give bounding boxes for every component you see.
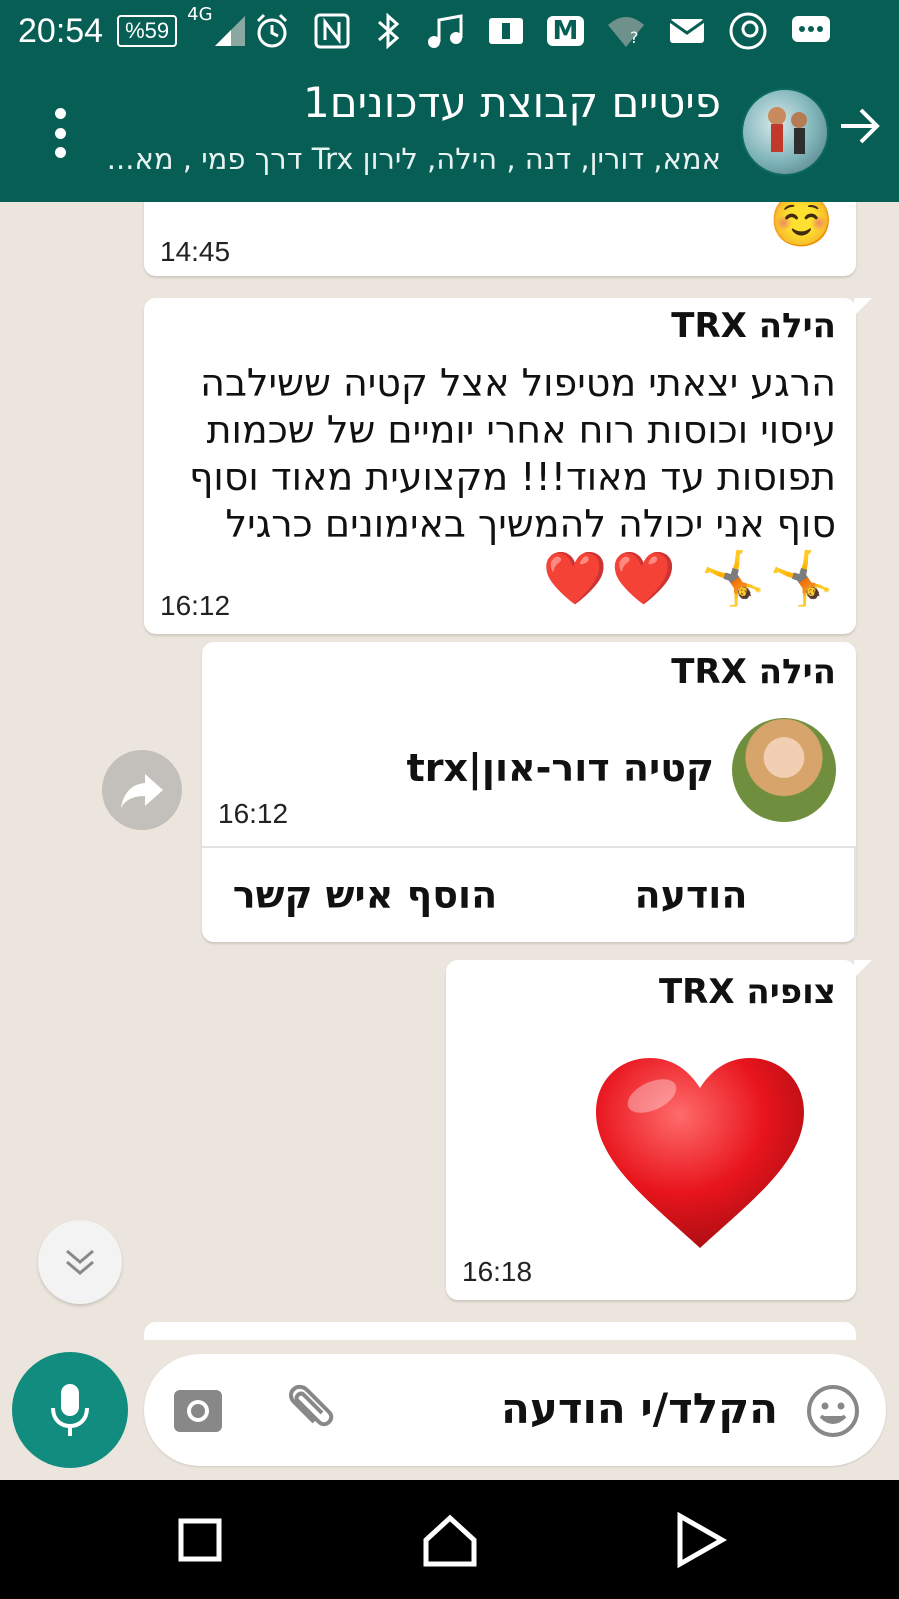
status-time: 20:54: [18, 11, 104, 50]
message-time: 14:45: [160, 236, 231, 267]
message-emoji: ☺️: [769, 202, 838, 251]
attach-icon[interactable]: [278, 1382, 334, 1438]
scroll-down-icon: [66, 1249, 94, 1275]
contact-card-message[interactable]: הילה TRX קטיה דור-און|trx 16:12 הוסף איש…: [202, 642, 856, 942]
mic-button[interactable]: [12, 1352, 128, 1468]
battery-indicator: %59: [117, 15, 178, 47]
menu-icon[interactable]: [50, 108, 70, 158]
svg-text:?: ?: [630, 28, 639, 47]
sim-info-icon: [488, 18, 523, 44]
music-icon: [427, 14, 463, 48]
mail-icon: [669, 19, 706, 43]
nav-recents-icon[interactable]: [170, 1510, 230, 1570]
message-bubble[interactable]: צופיה TRX 16:18: [446, 960, 872, 1300]
nav-home-icon[interactable]: [420, 1510, 480, 1570]
navigation-bar: [0, 1480, 899, 1599]
scroll-down-button[interactable]: [38, 1220, 122, 1304]
chat-bubble-icon: [792, 16, 831, 42]
message-text: הרגע יצאתי מטיפול אצל קטיה ששילבה עיסוי …: [189, 361, 836, 546]
chat-title[interactable]: פיטיים קבוצת עדכונים1: [303, 78, 721, 127]
message-bubble[interactable]: ☺️ 14:45: [144, 202, 856, 276]
group-avatar[interactable]: [741, 88, 829, 176]
search-app-icon: [729, 12, 767, 50]
app-notification-icon: M: [546, 16, 585, 46]
message-contact-button[interactable]: הודעה: [528, 848, 856, 942]
mic-icon: [51, 1384, 89, 1436]
message-time: 16:12: [160, 590, 231, 621]
message-emojis: 🤸🤸 ❤️❤️: [542, 549, 838, 609]
input-bar: הקלד/י הודעה: [0, 1340, 899, 1480]
input-placeholder: הקלד/י הודעה: [501, 1384, 778, 1433]
chat-participants[interactable]: אמא, דורין, דנה , הילה, לירון Trx דרך פמ…: [81, 142, 721, 176]
message-sender: הילה TRX: [671, 306, 836, 346]
group-avatar-image: [768, 107, 807, 154]
bluetooth-icon: [377, 12, 399, 50]
partial-message-bubble[interactable]: [144, 1322, 856, 1340]
network-label: 4G: [187, 4, 213, 25]
forward-icon: [121, 774, 163, 808]
nav-back-icon[interactable]: [670, 1510, 730, 1570]
camera-icon[interactable]: [172, 1384, 224, 1436]
wifi-icon: ?: [608, 17, 645, 47]
heart-emoji: [596, 1058, 804, 1248]
back-arrow-icon[interactable]: [837, 104, 881, 148]
forward-button[interactable]: [102, 750, 182, 830]
status-bar: 20:54 %59 4G M ?: [0, 0, 899, 62]
message-sender: צופיה TRX: [658, 972, 836, 1012]
message-input[interactable]: הקלד/י הודעה: [144, 1354, 886, 1466]
nfc-icon: [314, 13, 350, 49]
contact-avatar[interactable]: [732, 718, 836, 822]
message-bubble[interactable]: הילה TRX הרגע יצאתי מטיפול אצל קטיה ששיל…: [144, 298, 872, 634]
signal-icon: [214, 16, 245, 46]
message-sender: הילה TRX: [671, 652, 836, 692]
chat-area[interactable]: ☺️ 14:45 הילה TRX הרגע יצאתי מטיפול אצל …: [0, 202, 899, 1340]
contact-name[interactable]: קטיה דור-און|trx: [407, 746, 714, 790]
emoji-icon[interactable]: [806, 1384, 860, 1438]
chat-header: פיטיים קבוצת עדכונים1 אמא, דורין, דנה , …: [0, 62, 899, 202]
contact-actions: הוסף איש קשר הודעה: [202, 846, 856, 942]
message-time: 16:18: [462, 1256, 533, 1287]
message-time: 16:12: [218, 798, 289, 829]
alarm-icon: [256, 13, 287, 48]
add-contact-button[interactable]: הוסף איש קשר: [202, 848, 528, 942]
